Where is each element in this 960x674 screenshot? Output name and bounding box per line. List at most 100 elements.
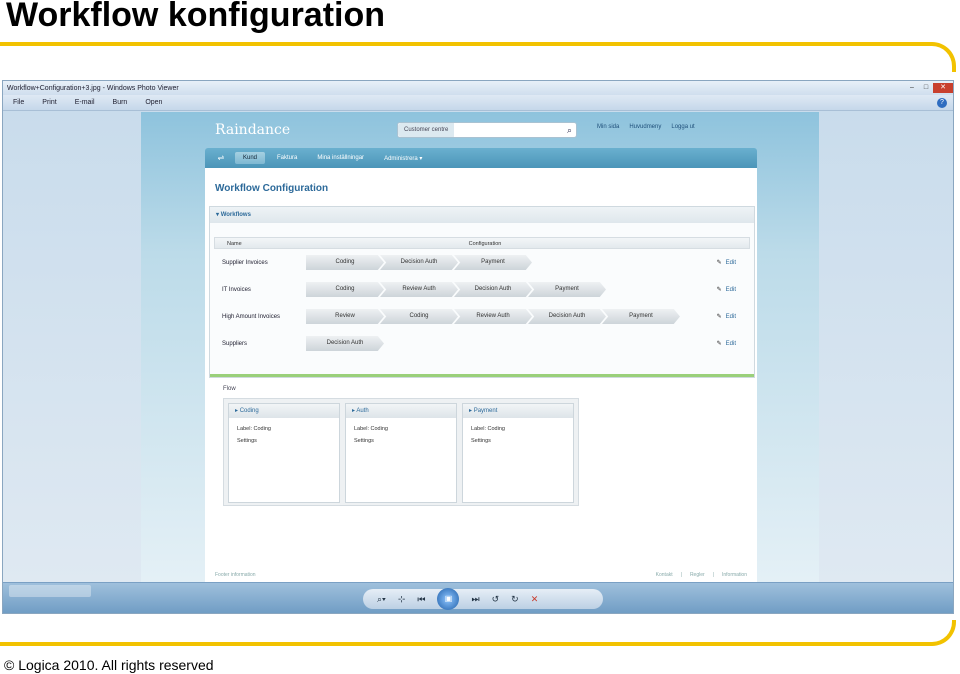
slideshow-icon[interactable]: ▣ [437,588,460,610]
workflow-steps: Coding Decision Auth Payment [306,255,532,270]
copyright-footer: © Logica 2010. All rights reserved [4,657,214,673]
tab-faktura[interactable]: Faktura [269,152,305,164]
viewer-background-right [819,112,953,582]
tab-mina-installningar[interactable]: Mina inställningar [309,152,372,164]
flow-panel: ▸ Coding Label: Coding Settings ▸ Auth L… [223,398,579,506]
workflow-step[interactable]: Coding [306,255,384,270]
edit-button[interactable]: ✎ Edit [717,313,736,320]
viewer-controls: ⌕▾ ⊹ ⏮ ▣ ⏭ ↺ ↻ ✕ [363,588,603,610]
workflow-step[interactable]: Coding [380,309,458,324]
previous-icon[interactable]: ⏮ [417,594,425,605]
workflow-step[interactable]: Decision Auth [306,336,384,351]
edit-label: Edit [725,287,736,293]
flow-card-label: Label: Coding [354,426,388,432]
help-icon[interactable]: ? [937,97,947,108]
footer-link-regler[interactable]: Regler [690,572,705,578]
link-huvudmeny[interactable]: Huvudmeny [629,124,661,130]
close-button[interactable]: ✕ [933,83,953,93]
menu-print[interactable]: Print [42,99,56,106]
actual-size-icon[interactable]: ⊹ [398,594,406,605]
menu-file[interactable]: File [13,99,24,106]
footer-links: Kontakt | Regler | Information [656,572,747,578]
workflow-row: IT Invoices Coding Review Auth Decision … [210,276,754,303]
search-icon[interactable]: ⌕ [567,125,572,136]
bottom-rule [0,642,930,646]
page-title: Workflow Configuration [215,183,329,194]
link-min-sida[interactable]: Min sida [597,124,619,130]
top-rule [0,42,930,46]
menu-burn[interactable]: Burn [113,99,128,106]
zoom-icon[interactable]: ⌕▾ [377,594,386,605]
workflow-step[interactable]: Payment [454,255,532,270]
rotate-left-icon[interactable]: ↺ [492,594,500,605]
rotate-right-icon[interactable]: ↻ [511,594,519,605]
flow-card-coding: ▸ Coding Label: Coding Settings [228,403,340,503]
maximize-button[interactable]: □ [919,83,933,93]
workflows-header-label: Workflows [220,212,251,218]
workflow-step[interactable]: Review [306,309,384,324]
workflow-step[interactable]: Payment [602,309,680,324]
raindance-logo: Raindance [215,122,291,138]
flow-card-auth: ▸ Auth Label: Coding Settings [345,403,457,503]
minimize-button[interactable]: – [905,83,919,93]
pencil-icon: ✎ [716,314,722,320]
edit-button[interactable]: ✎ Edit [717,286,736,293]
viewer-menubar: File Print E-mail Burn Open ? [3,95,953,111]
workflow-step[interactable]: Payment [528,282,606,297]
window-titlebar: Workflow+Configuration+3.jpg - Windows P… [3,81,953,95]
footer-separator: | [712,572,714,578]
footer-link-information[interactable]: Information [722,572,747,578]
delete-icon[interactable]: ✕ [531,594,539,605]
flow-card-header[interactable]: ▸ Payment [463,404,573,418]
footer-separator: | [680,572,682,578]
workflow-steps: Review Coding Review Auth Decision Auth … [306,309,680,324]
workflow-step[interactable]: Review Auth [454,309,532,324]
flow-card-payment: ▸ Payment Label: Coding Settings [462,403,574,503]
column-name: Name [227,241,242,247]
pencil-icon: ✎ [716,341,722,347]
workflow-step[interactable]: Review Auth [380,282,458,297]
workflow-step[interactable]: Decision Auth [454,282,532,297]
footer-information: Footer information [215,572,256,578]
workflows-table-header: Name Configuration [214,237,750,249]
flow-card-label: Label: Coding [237,426,271,432]
edit-button[interactable]: ✎ Edit [717,340,736,347]
screenshot-image: Raindance Customer centre ⌕ Min sida Huv… [141,112,819,582]
top-links: Min sida Huvudmeny Logga ut [597,124,695,130]
workflow-row: High Amount Invoices Review Coding Revie… [210,303,754,330]
tab-kund[interactable]: Kund [235,152,266,164]
tab-administrera[interactable]: Administrera ▾ [376,152,430,165]
column-configuration: Configuration [468,241,502,247]
flow-card-label: Label: Coding [471,426,505,432]
link-logga-ut[interactable]: Logga ut [671,124,694,130]
workflow-step[interactable]: Decision Auth [528,309,606,324]
viewer-toolbar: ⌕▾ ⊹ ⏮ ▣ ⏭ ↺ ↻ ✕ [3,582,953,613]
workflow-row: Suppliers Decision Auth ✎ Edit [210,330,754,357]
workflow-name: Suppliers [222,340,248,347]
workflow-name: High Amount Invoices [222,313,281,320]
workflow-name: IT Invoices [222,286,251,293]
pencil-icon: ✎ [716,260,722,266]
workflow-step[interactable]: Coding [306,282,384,297]
workflow-step[interactable]: Decision Auth [380,255,458,270]
menu-open[interactable]: Open [145,99,162,106]
flow-card-title: Coding [239,408,259,414]
edit-button[interactable]: ✎ Edit [717,259,736,266]
workflows-header[interactable]: ▾ Workflows [210,207,754,223]
pencil-icon: ✎ [716,287,722,293]
workflow-row: Supplier Invoices Coding Decision Auth P… [210,249,754,276]
flow-card-settings[interactable]: Settings [346,438,456,444]
edit-label: Edit [725,260,736,266]
home-icon[interactable]: ⇌ [211,151,231,165]
flow-card-settings[interactable]: Settings [229,438,339,444]
flow-card-title: Auth [356,408,369,414]
content-area: Workflow Configuration ▾ Workflows Name … [205,168,757,582]
next-icon[interactable]: ⏭ [471,594,479,605]
workflows-panel: ▾ Workflows Name Configuration Supplier … [209,206,755,378]
flow-card-header[interactable]: ▸ Coding [229,404,339,418]
flow-card-header[interactable]: ▸ Auth [346,404,456,418]
footer-link-kontakt[interactable]: Kontakt [656,572,673,578]
menu-email[interactable]: E-mail [75,99,95,106]
flow-card-settings[interactable]: Settings [463,438,573,444]
customer-search[interactable]: Customer centre ⌕ [397,122,577,138]
